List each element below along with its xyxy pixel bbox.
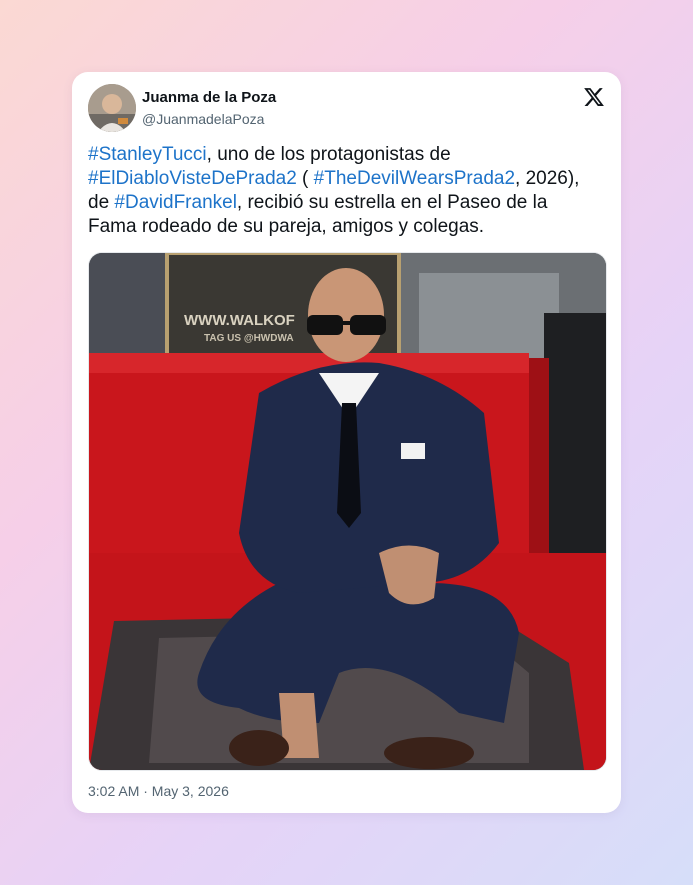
tweet-photo[interactable]: WWW.WALKOF TAG US @HWDWA [88, 252, 607, 771]
tweet-text-segment: , uno de los protagonistas de [206, 144, 451, 165]
tweet-text-segment: ( [296, 168, 314, 189]
author-name[interactable]: Juanma de la Poza [142, 89, 276, 106]
tweet-card: Juanma de la Poza @JuanmadelaPoza #Stanl… [72, 72, 621, 813]
tweet-text-segment: de [88, 192, 115, 213]
hashtag-stanleytucci[interactable]: #StanleyTucci [88, 144, 207, 165]
author-handle[interactable]: @JuanmadelaPoza [142, 111, 264, 127]
hashtag-eldiablovistedeprada2[interactable]: #ElDiabloVisteDePrada2 [88, 168, 297, 189]
sign-text: WWW.WALKOF [184, 312, 295, 329]
hashtag-thedevilwearsprada2[interactable]: #TheDevilWearsPrada2 [314, 168, 515, 189]
tweet-text: #StanleyTucci, uno de los protagonistas … [88, 143, 598, 239]
hashtag-davidfrankel[interactable]: #DavidFrankel [114, 192, 237, 213]
tweet-text-segment: , 2026), [515, 168, 580, 189]
tweet-timestamp[interactable]: 3:02 AM · May 3, 2026 [88, 783, 229, 799]
sign-subtext: TAG US @HWDWA [204, 333, 294, 344]
avatar[interactable] [88, 84, 136, 132]
x-logo-icon[interactable] [583, 86, 605, 108]
